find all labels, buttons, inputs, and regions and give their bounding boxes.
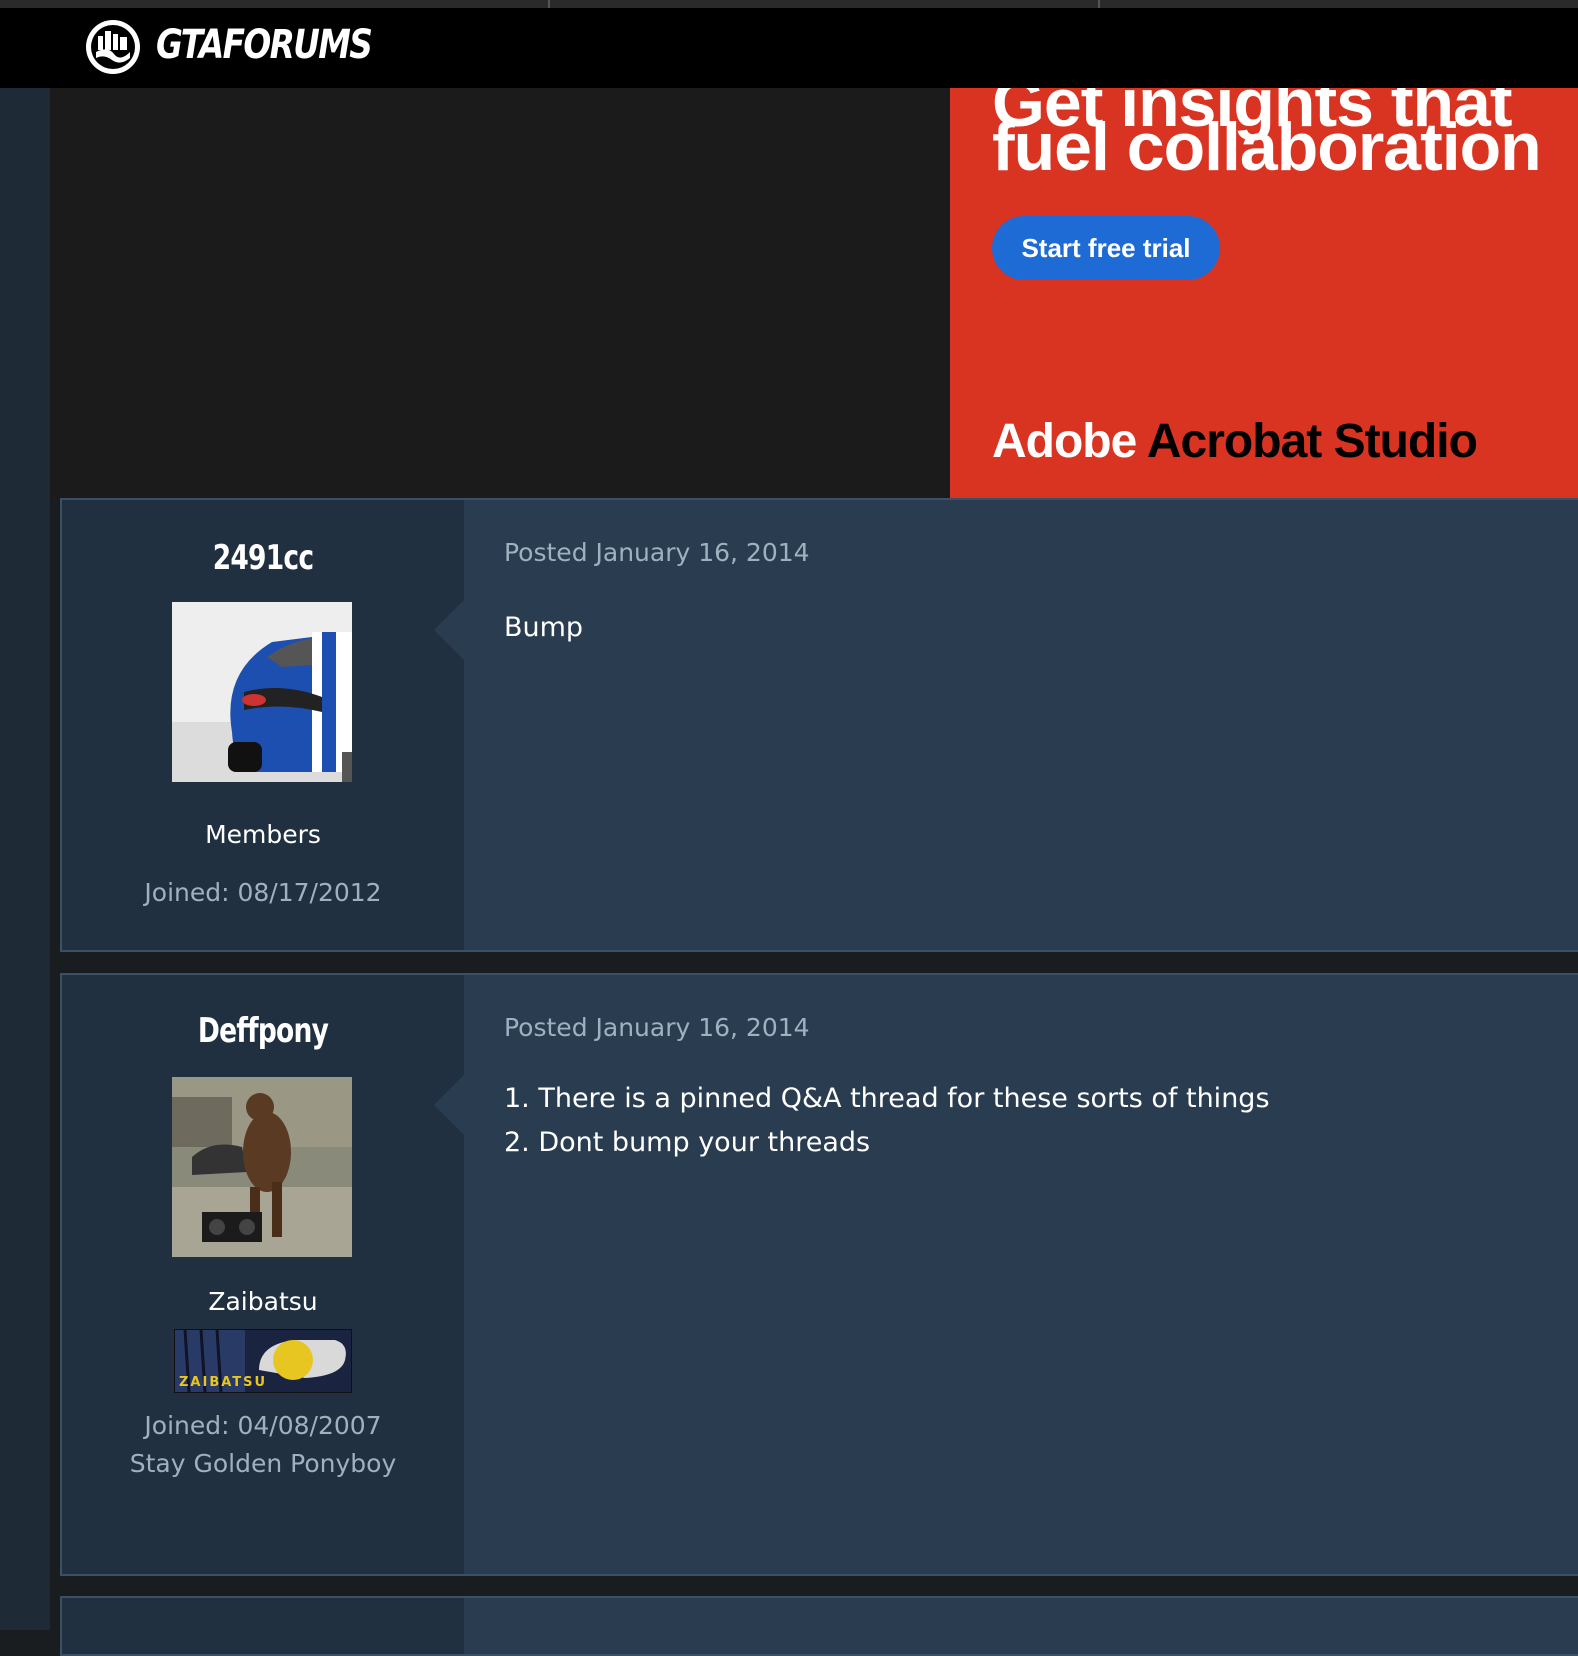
author-joined: Joined: 04/08/2007 [144, 1411, 382, 1440]
speech-arrow [434, 1075, 464, 1135]
post-date[interactable]: Posted January 16, 2014 [504, 538, 810, 567]
advertisement-banner[interactable]: Get insights that fuel collaboration Sta… [950, 88, 1578, 500]
site-header: GTAFORUMS [0, 8, 1578, 88]
post-author-panel [62, 1598, 464, 1654]
car-avatar-image [172, 602, 352, 782]
ad-headline: fuel collaboration [992, 109, 1542, 185]
bear-avatar-image [172, 1077, 352, 1257]
author-username[interactable]: Deffpony [106, 1011, 420, 1051]
post-content: 1. There is a pinned Q&A thread for thes… [504, 1077, 1270, 1165]
post-line: 1. There is a pinned Q&A thread for thes… [504, 1083, 1270, 1114]
author-group: Members [205, 820, 321, 849]
post-author-panel: 2491cc Members Joined: 08/17/2012 [62, 500, 464, 950]
post-author-panel: Deffpony Zaibatsu ZAIBATSU Joined: 04/08… [62, 975, 464, 1574]
city-globe-icon [91, 25, 135, 69]
ad-brand: Adobe Acrobat Studio [992, 414, 1478, 469]
author-joined: Joined: 08/17/2012 [144, 878, 382, 907]
ad-brand-product: Acrobat Studio [1146, 415, 1478, 468]
strip-divider [548, 0, 550, 8]
left-rail [0, 88, 50, 1630]
speech-arrow [434, 600, 464, 660]
gtaforums-logo-icon[interactable] [86, 20, 140, 74]
forum-post [60, 1596, 1578, 1656]
browser-top-strip [0, 0, 1578, 8]
strip-divider [1098, 0, 1100, 8]
avatar[interactable] [172, 602, 352, 782]
avatar[interactable] [172, 1077, 352, 1257]
author-signature: Stay Golden Ponyboy [129, 1449, 397, 1478]
post-line: Bump [504, 612, 584, 643]
group-badge: ZAIBATSU [174, 1329, 352, 1393]
author-group: Zaibatsu [208, 1287, 318, 1316]
author-username[interactable]: 2491cc [106, 538, 420, 578]
post-line: 2. Dont bump your threads [504, 1127, 871, 1158]
forum-post: Deffpony Zaibatsu ZAIBATSU Joined: 04/08… [60, 973, 1578, 1576]
start-free-trial-button[interactable]: Start free trial [992, 216, 1220, 280]
badge-label: ZAIBATSU [179, 1375, 268, 1390]
post-date[interactable]: Posted January 16, 2014 [504, 1013, 810, 1042]
ad-brand-adobe: Adobe [992, 415, 1137, 468]
site-logo-text[interactable]: GTAFORUMS [156, 22, 373, 68]
forum-post: 2491cc Members Joined: 08/17/2012 Posted… [60, 498, 1578, 952]
ad-empty-area [50, 88, 950, 500]
post-content: Bump [504, 606, 583, 650]
